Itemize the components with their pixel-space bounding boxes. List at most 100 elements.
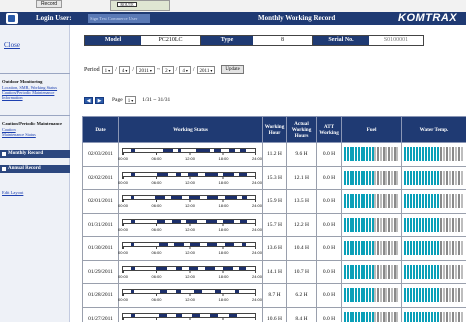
page-title: Monthly Working Record xyxy=(258,14,336,22)
sidebar: Close Outdoor Monitoring Location, SMR, … xyxy=(0,25,70,322)
level-gauge xyxy=(342,194,401,209)
time-label: 06:00 xyxy=(151,250,162,256)
to-day-select[interactable]: 4 xyxy=(179,65,191,74)
serial-value: S0100001 xyxy=(369,36,423,45)
table-row: 01/29/2011 00:00 06:00 12:00 18:00 24:00 14.1 … xyxy=(82,259,466,284)
gauge-segment xyxy=(461,194,464,209)
row-att-working: 0.0 H xyxy=(316,283,342,308)
time-label: 06:00 xyxy=(151,273,162,279)
level-gauge xyxy=(402,264,466,279)
row-water-temp-gauge xyxy=(401,142,466,167)
row-att-working: 0.0 H xyxy=(316,212,342,237)
row-actual-working-hours: 12.1 H xyxy=(286,165,317,190)
row-att-working: 0.0 H xyxy=(316,259,342,284)
row-working-hour: 8.7 H xyxy=(262,283,287,308)
row-fuel-gauge xyxy=(341,283,402,308)
level-gauge xyxy=(342,288,401,303)
model-label: Model xyxy=(85,36,141,45)
row-actual-working-hours: 6.2 H xyxy=(286,283,317,308)
row-fuel-gauge xyxy=(341,306,402,322)
working-status-cell: 00:00 06:00 12:00 18:00 24:00 xyxy=(117,212,263,237)
gauge-segment xyxy=(461,147,464,162)
row-date: 02/02/2011 xyxy=(82,165,119,190)
page-select[interactable]: 1 xyxy=(124,96,137,104)
header-att-working: ATT Working xyxy=(316,116,342,143)
login-label: Login User: xyxy=(36,14,72,22)
app-header: Login User: Sign Test Commerce User Mont… xyxy=(0,12,466,25)
pager: ◀ ▶ Page 1 1/31 ~ 31/31 xyxy=(84,96,170,104)
time-label: 12:00 xyxy=(184,226,196,232)
close-link[interactable]: Close xyxy=(4,41,20,49)
to-month-select[interactable]: 2 xyxy=(162,65,174,74)
sidebar-link-maintenance-status[interactable]: Maintenance Status xyxy=(0,132,70,137)
sidebar-section-title: Caution/Periodic Maintenance xyxy=(2,121,63,126)
time-label: 06:00 xyxy=(151,156,162,162)
time-label: 06:00 xyxy=(151,297,162,303)
from-year-select[interactable]: 2011 xyxy=(136,65,155,74)
sidebar-link-caution-info[interactable]: Caution/Periodic Maintenance Information xyxy=(0,90,70,100)
sidebar-item-monthly-record[interactable]: Monthly Record xyxy=(0,150,70,158)
gauge-segment xyxy=(461,241,464,256)
time-label: 24:00 xyxy=(251,297,263,303)
edit-layout-link[interactable]: Edit Layout xyxy=(2,190,23,195)
row-water-temp-gauge xyxy=(401,236,466,261)
update-button[interactable]: Update xyxy=(221,65,244,74)
time-label: 24:00 xyxy=(251,250,263,256)
sidebar-item-label: Annual Record xyxy=(8,166,41,171)
gauge-segment xyxy=(396,147,399,162)
time-label: 24:00 xyxy=(251,226,263,232)
row-water-temp-gauge xyxy=(401,283,466,308)
row-date: 02/03/2011 xyxy=(82,142,119,167)
time-label: 00:00 xyxy=(117,226,129,232)
row-actual-working-hours: 13.5 H xyxy=(286,189,317,214)
time-label: 18:00 xyxy=(218,203,229,209)
row-water-temp-gauge xyxy=(401,259,466,284)
prev-page-icon[interactable]: ◀ xyxy=(84,96,93,104)
working-status-cell: 00:00 06:00 12:00 18:00 24:00 xyxy=(118,165,263,190)
sidebar-section-caution: Caution/Periodic Maintenance Caution Mai… xyxy=(0,113,70,137)
to-year-select[interactable]: 2011 xyxy=(196,65,216,74)
row-fuel-gauge xyxy=(341,259,402,284)
from-month-select[interactable]: 1 xyxy=(101,65,114,74)
period-filter: Period 1/ 4/ 2011~ 2/ 4/ 2011 Update xyxy=(84,65,244,74)
level-gauge xyxy=(402,288,466,303)
sidebar-item-annual-record[interactable]: Annual Record xyxy=(0,165,70,173)
record-button[interactable]: Record xyxy=(36,0,62,8)
level-gauge xyxy=(342,241,401,256)
row-actual-working-hours: 8.4 H xyxy=(286,306,317,322)
row-water-temp-gauge xyxy=(401,212,466,237)
row-att-working: 0.0 H xyxy=(316,165,342,190)
time-label: 24:00 xyxy=(251,179,263,185)
working-status-cell: 00:00 06:00 12:00 18:00 24:00 xyxy=(118,236,263,261)
from-day-select[interactable]: 4 xyxy=(118,65,131,74)
row-fuel-gauge xyxy=(341,236,402,261)
time-label: 18:00 xyxy=(218,156,229,162)
gauge-segment xyxy=(461,170,464,185)
row-actual-working-hours: 12.2 H xyxy=(286,212,317,237)
gauge-segment xyxy=(396,170,399,185)
divider xyxy=(0,73,70,74)
time-label: 18:00 xyxy=(218,226,229,232)
gauge-segment xyxy=(396,241,399,256)
time-label: 24:00 xyxy=(251,203,263,209)
gauge-segment xyxy=(461,217,464,232)
time-label: 12:00 xyxy=(184,156,196,162)
gauge-segment xyxy=(461,264,464,279)
sidebar-item-label: Monthly Record xyxy=(8,151,44,156)
map-label: ROUTE xyxy=(117,2,137,7)
time-label: 00:00 xyxy=(117,156,129,162)
header-date: Date xyxy=(82,116,119,143)
top-strip: Record ROUTE xyxy=(0,0,466,12)
level-gauge xyxy=(342,264,401,279)
table-row: 01/31/2011 00:00 06:00 12:00 18:00 24:00 15.7 … xyxy=(82,212,466,237)
level-gauge xyxy=(402,217,466,232)
row-att-working: 0.0 H xyxy=(316,142,342,167)
row-water-temp-gauge xyxy=(401,306,466,322)
level-gauge xyxy=(402,311,466,322)
map-thumbnail: ROUTE xyxy=(110,0,170,11)
row-actual-working-hours: 10.7 H xyxy=(286,259,317,284)
next-page-icon[interactable]: ▶ xyxy=(95,96,104,104)
header-fuel: Fuel xyxy=(341,116,402,143)
working-status-cell: 00:00 06:00 12:00 18:00 24:00 xyxy=(118,189,263,214)
level-gauge xyxy=(402,147,466,162)
